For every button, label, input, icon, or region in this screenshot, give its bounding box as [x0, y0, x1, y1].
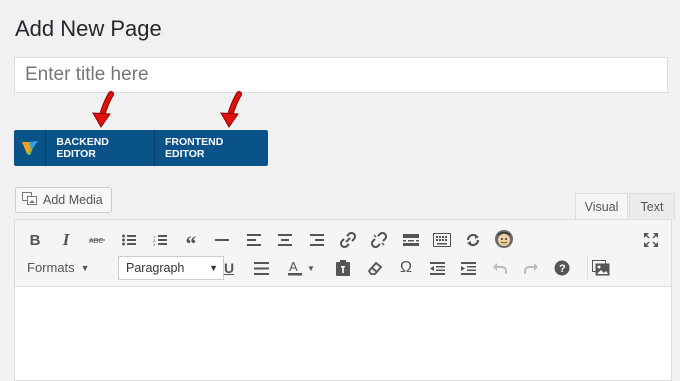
- special-character-icon[interactable]: Ω: [395, 257, 417, 279]
- chevron-down-icon: ▼: [209, 263, 218, 273]
- formats-menu[interactable]: Formats ▼: [27, 260, 90, 275]
- svg-text:?: ?: [559, 263, 566, 275]
- paragraph-value: Paragraph: [126, 261, 185, 275]
- indent-icon[interactable]: [457, 257, 479, 279]
- paragraph-select[interactable]: Paragraph ▼: [118, 256, 224, 280]
- tab-visual[interactable]: Visual: [575, 193, 628, 220]
- formats-label: Formats: [27, 260, 75, 275]
- text-color-icon[interactable]: A: [284, 257, 306, 279]
- numbered-list-icon[interactable]: 123: [149, 229, 171, 251]
- blockquote-icon[interactable]: “: [180, 229, 202, 255]
- fullscreen-icon[interactable]: [640, 229, 662, 251]
- strikethrough-icon[interactable]: ABC: [86, 229, 108, 251]
- redo-icon[interactable]: [520, 257, 542, 279]
- page-builder-bar: BACKEND EDITOR FRONTEND EDITOR: [14, 130, 268, 166]
- svg-text:3: 3: [153, 242, 156, 246]
- clear-formatting-icon[interactable]: [364, 257, 386, 279]
- chevron-down-icon: ▼: [80, 262, 90, 273]
- page-builder-logo-icon[interactable]: [14, 130, 47, 166]
- text-color-dropdown-icon[interactable]: ▼: [305, 257, 317, 279]
- horizontal-line-icon[interactable]: [211, 229, 233, 251]
- arrow-annotation-backend: [92, 91, 114, 128]
- title-input[interactable]: [14, 57, 668, 93]
- content-editor[interactable]: B I ABC 123 “ Formats ▼ Paragraph ▼ U A …: [14, 219, 672, 381]
- align-left-icon[interactable]: [243, 229, 265, 251]
- outdent-icon[interactable]: [426, 257, 448, 279]
- undo-icon[interactable]: [489, 257, 511, 279]
- underline-icon[interactable]: U: [218, 257, 240, 279]
- insert-link-icon[interactable]: [337, 229, 359, 251]
- bold-icon[interactable]: B: [24, 229, 46, 251]
- read-more-icon[interactable]: [400, 229, 422, 251]
- toolbar-divider: [587, 255, 588, 279]
- help-icon[interactable]: ?: [551, 257, 573, 279]
- arrow-annotation-frontend: [220, 91, 242, 128]
- bulleted-list-icon[interactable]: [118, 229, 140, 251]
- add-media-button[interactable]: Add Media: [15, 187, 112, 213]
- tab-text[interactable]: Text: [629, 193, 675, 220]
- insert-gallery-icon[interactable]: [590, 257, 612, 279]
- backend-editor-button[interactable]: BACKEND EDITOR: [46, 130, 155, 166]
- sync-icon[interactable]: [462, 229, 484, 251]
- align-center-icon[interactable]: [274, 229, 296, 251]
- svg-text:A: A: [289, 260, 298, 274]
- page-title: Add New Page: [15, 16, 162, 41]
- paste-as-text-icon[interactable]: [332, 257, 354, 279]
- toolbar-toggle-icon[interactable]: [431, 229, 453, 251]
- add-media-icon: [22, 191, 38, 209]
- svg-text:ABC: ABC: [89, 238, 103, 245]
- mailchimp-icon[interactable]: [493, 228, 515, 250]
- frontend-editor-button[interactable]: FRONTEND EDITOR: [155, 130, 268, 166]
- editor-toolbar: B I ABC 123 “ Formats ▼ Paragraph ▼ U A …: [15, 220, 671, 287]
- justify-icon[interactable]: [250, 257, 272, 279]
- align-right-icon[interactable]: [306, 229, 328, 251]
- italic-icon[interactable]: I: [55, 229, 77, 251]
- add-media-label: Add Media: [43, 193, 103, 207]
- remove-link-icon[interactable]: [368, 229, 390, 251]
